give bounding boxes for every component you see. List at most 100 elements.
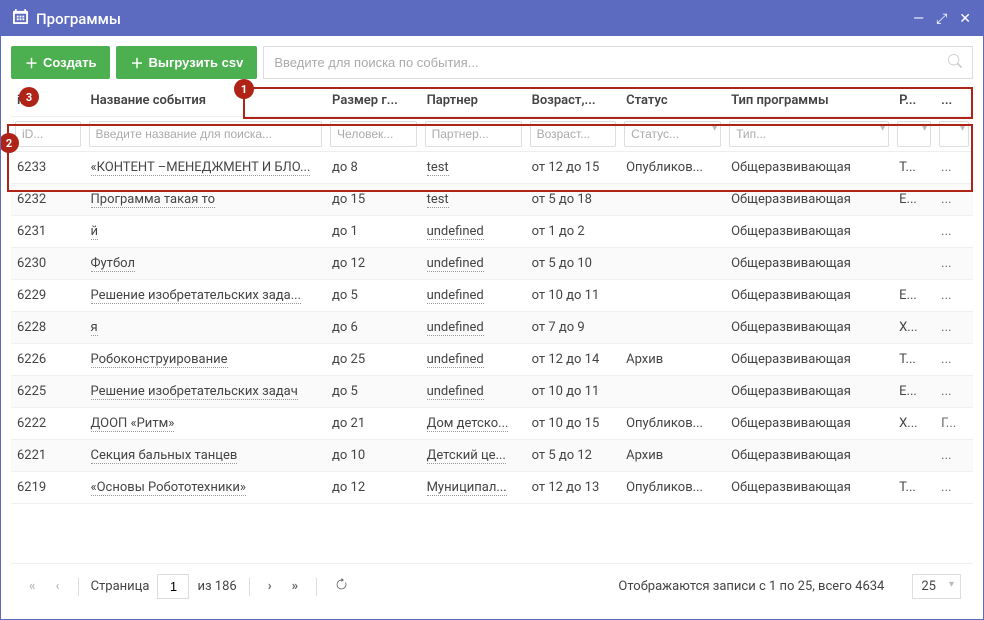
cell-name[interactable]: «Основы Робототехники»	[85, 472, 327, 504]
window-title: Программы	[36, 10, 913, 28]
table-row[interactable]: 6230Футболдо 12undefinedот 5 до 10Общера…	[11, 248, 973, 280]
maximize-icon[interactable]: ⤢	[936, 11, 947, 27]
cell-size: до 5	[326, 376, 421, 408]
search-input-wrap[interactable]	[263, 46, 973, 79]
table-row[interactable]: 6226Робоконструированиедо 25undefinedот …	[11, 344, 973, 376]
pager: « ‹ Страница из 186 › » Отображаются зап…	[11, 563, 973, 609]
table-row[interactable]: 6221Секция бальных танцевдо 10Детский це…	[11, 440, 973, 472]
cell-type: Общеразвивающая	[725, 472, 893, 504]
row-more-icon[interactable]: ...	[935, 472, 973, 504]
row-more-icon[interactable]: ...	[935, 440, 973, 472]
cell-r: Т...	[893, 472, 935, 504]
filter-status[interactable]	[624, 121, 721, 147]
cell-partner[interactable]: undefined	[421, 376, 526, 408]
plus-icon: ＋	[130, 53, 143, 72]
filter-partner[interactable]	[425, 121, 522, 147]
first-page-icon[interactable]: «	[23, 575, 42, 598]
row-more-icon[interactable]: ...	[935, 344, 973, 376]
row-more-icon[interactable]: Г...	[935, 408, 973, 440]
prev-page-icon[interactable]: ‹	[50, 575, 66, 598]
cell-partner[interactable]: undefined	[421, 312, 526, 344]
col-type[interactable]: Тип программы	[725, 85, 893, 117]
cell-id: 6233	[11, 152, 85, 184]
filter-type[interactable]	[729, 121, 889, 147]
display-info: Отображаются записи с 1 по 25, всего 463…	[618, 579, 884, 594]
table-row[interactable]: 6232Программа такая тодо 15testот 5 до 1…	[11, 184, 973, 216]
cell-name[interactable]: Секция бальных танцев	[85, 440, 327, 472]
cell-status	[620, 312, 725, 344]
cell-type: Общеразвивающая	[725, 344, 893, 376]
cell-partner[interactable]: Детский це...	[421, 440, 526, 472]
row-more-icon[interactable]: ...	[935, 184, 973, 216]
cell-status: Опубликов...	[620, 472, 725, 504]
cell-size: до 10	[326, 440, 421, 472]
table-row[interactable]: 6219«Основы Робототехники»до 12Муниципал…	[11, 472, 973, 504]
col-more[interactable]: ...	[935, 85, 973, 117]
row-more-icon[interactable]: ...	[935, 216, 973, 248]
col-status[interactable]: Статус	[620, 85, 725, 117]
page-input[interactable]	[157, 574, 189, 599]
cell-name[interactable]: Решение изобретательских задач	[85, 376, 327, 408]
col-size[interactable]: Размер г...	[326, 85, 421, 117]
row-more-icon[interactable]: ...	[935, 248, 973, 280]
filter-size[interactable]	[330, 121, 417, 147]
col-r[interactable]: Р...	[893, 85, 935, 117]
search-icon[interactable]	[948, 54, 962, 72]
minimize-icon[interactable]: —	[913, 11, 924, 27]
cell-partner[interactable]: test	[421, 184, 526, 216]
cell-age: от 10 до 15	[526, 408, 621, 440]
close-icon[interactable]: ✕	[959, 11, 971, 27]
cell-name[interactable]: Робоконструирование	[85, 344, 327, 376]
table-row[interactable]: 6222ДООП «Ритм»до 21Дом детско...от 10 д…	[11, 408, 973, 440]
search-input[interactable]	[274, 48, 948, 77]
cell-partner[interactable]: undefined	[421, 216, 526, 248]
last-page-icon[interactable]: »	[286, 575, 305, 598]
cell-type: Общеразвивающая	[725, 312, 893, 344]
row-more-icon[interactable]: ...	[935, 280, 973, 312]
cell-name[interactable]: Футбол	[85, 248, 327, 280]
cell-r: Е...	[893, 280, 935, 312]
cell-size: до 6	[326, 312, 421, 344]
cell-partner[interactable]: Дом детско...	[421, 408, 526, 440]
cell-name[interactable]: й	[85, 216, 327, 248]
cell-partner[interactable]: test	[421, 152, 526, 184]
cell-age: от 1 до 2	[526, 216, 621, 248]
table-row[interactable]: 6233«КОНТЕНТ –МЕНЕДЖМЕНТ И БЛО...до 8tes…	[11, 152, 973, 184]
next-page-icon[interactable]: ›	[262, 575, 278, 598]
filter-more[interactable]	[939, 121, 969, 147]
table-row[interactable]: 6231йдо 1undefinedот 1 до 2Общеразвивающ…	[11, 216, 973, 248]
cell-partner[interactable]: undefined	[421, 344, 526, 376]
cell-name[interactable]: ДООП «Ритм»	[85, 408, 327, 440]
cell-partner[interactable]: undefined	[421, 280, 526, 312]
filter-id[interactable]	[15, 121, 81, 147]
cell-name[interactable]: я	[85, 312, 327, 344]
cell-type: Общеразвивающая	[725, 152, 893, 184]
cell-name[interactable]: Программа такая то	[85, 184, 327, 216]
table-row[interactable]: 6225Решение изобретательских задачдо 5un…	[11, 376, 973, 408]
table-row[interactable]: 6229Решение изобретательских зада...до 5…	[11, 280, 973, 312]
cell-name[interactable]: Решение изобретательских зада...	[85, 280, 327, 312]
cell-type: Общеразвивающая	[725, 184, 893, 216]
cell-partner[interactable]: Муниципал...	[421, 472, 526, 504]
export-csv-button[interactable]: ＋ Выгрузить csv	[116, 46, 257, 79]
filter-age[interactable]	[530, 121, 617, 147]
cell-age: от 10 до 11	[526, 376, 621, 408]
plus-icon: ＋	[25, 53, 38, 72]
cell-partner[interactable]: undefined	[421, 248, 526, 280]
cell-size: до 12	[326, 248, 421, 280]
table-row[interactable]: 6228ядо 6undefinedот 7 до 9Общеразвивающ…	[11, 312, 973, 344]
cell-name[interactable]: «КОНТЕНТ –МЕНЕДЖМЕНТ И БЛО...	[85, 152, 327, 184]
col-partner[interactable]: Партнер	[421, 85, 526, 117]
row-more-icon[interactable]: ...	[935, 312, 973, 344]
filter-r[interactable]	[897, 121, 931, 147]
create-button[interactable]: ＋ Создать	[11, 46, 110, 79]
filter-name[interactable]	[89, 121, 323, 147]
page-size-select[interactable]: 25	[912, 574, 961, 599]
row-more-icon[interactable]: ...	[935, 152, 973, 184]
cell-status: Опубликов...	[620, 408, 725, 440]
col-name[interactable]: Название события	[85, 85, 327, 117]
refresh-icon[interactable]	[329, 574, 354, 599]
col-age[interactable]: Возраст,...	[526, 85, 621, 117]
row-more-icon[interactable]: ...	[935, 376, 973, 408]
cell-type: Общеразвивающая	[725, 376, 893, 408]
